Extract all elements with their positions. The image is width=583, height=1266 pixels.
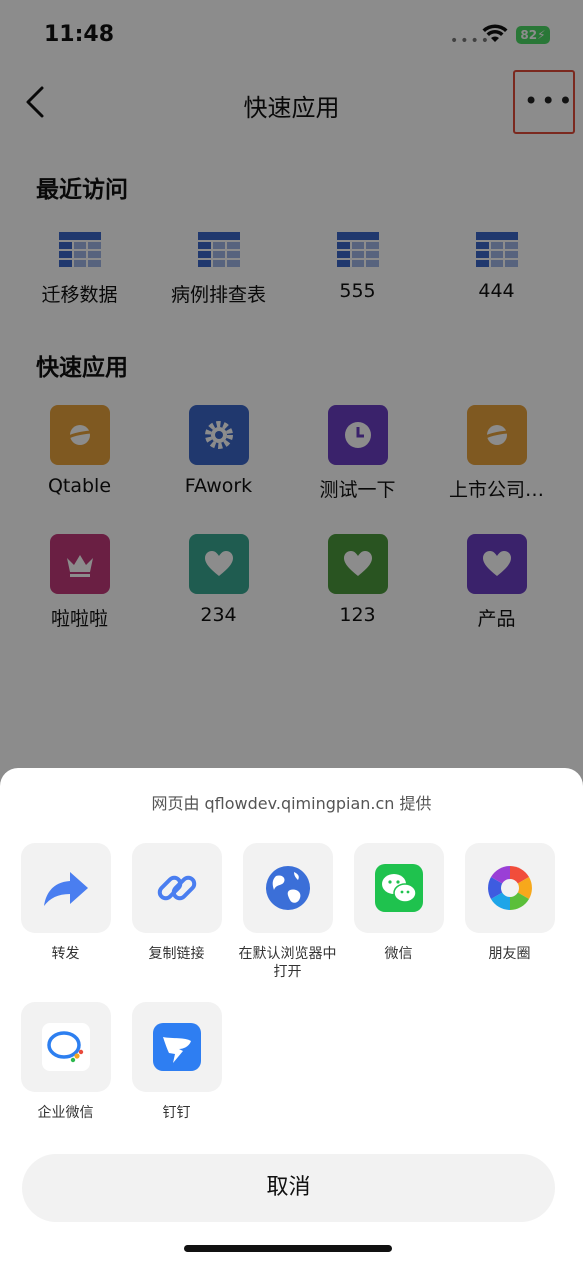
share-wecom-button[interactable]: 企业微信 (10, 1002, 121, 1122)
share-label: 在默认浏览器中打开 (238, 946, 337, 980)
share-sheet: 网页由 qflowdev.qimingpian.cn 提供 转发 复制链接 在默… (0, 768, 583, 1266)
share-dingtalk-button[interactable]: 钉钉 (121, 1002, 232, 1122)
share-label: 转发 (51, 946, 80, 962)
cancel-button[interactable]: 取消 (22, 1154, 555, 1222)
share-label: 微信 (384, 946, 413, 962)
share-wechat-button[interactable]: 微信 (343, 843, 454, 963)
wecom-icon (41, 1023, 90, 1071)
provider-text: 网页由 qflowdev.qimingpian.cn 提供 (151, 794, 432, 813)
share-moments-button[interactable]: 朋友圈 (454, 843, 565, 963)
link-icon (157, 875, 196, 901)
share-label: 复制链接 (148, 946, 205, 962)
wechat-icon (374, 864, 423, 912)
share-dingtalk-tile (131, 1002, 222, 1092)
share-wechat-tile (353, 843, 444, 933)
forward-arrow-icon (43, 872, 88, 906)
share-moments-tile (464, 843, 555, 933)
share-forward-tile (20, 843, 111, 933)
share-wecom-tile (20, 1002, 111, 1092)
globe-icon (265, 866, 310, 910)
share-copy-link-tile (131, 843, 222, 933)
home-indicator (184, 1245, 392, 1252)
share-open-browser-button[interactable]: 在默认浏览器中打开 (232, 843, 343, 981)
dingtalk-icon (152, 1023, 201, 1071)
moments-aperture-icon (487, 866, 532, 910)
share-label: 钉钉 (162, 1105, 191, 1121)
share-label: 朋友圈 (488, 946, 531, 962)
share-open-browser-tile (242, 843, 333, 933)
share-forward-button[interactable]: 转发 (10, 843, 121, 963)
share-copy-link-button[interactable]: 复制链接 (121, 843, 232, 963)
share-label: 企业微信 (37, 1105, 94, 1121)
